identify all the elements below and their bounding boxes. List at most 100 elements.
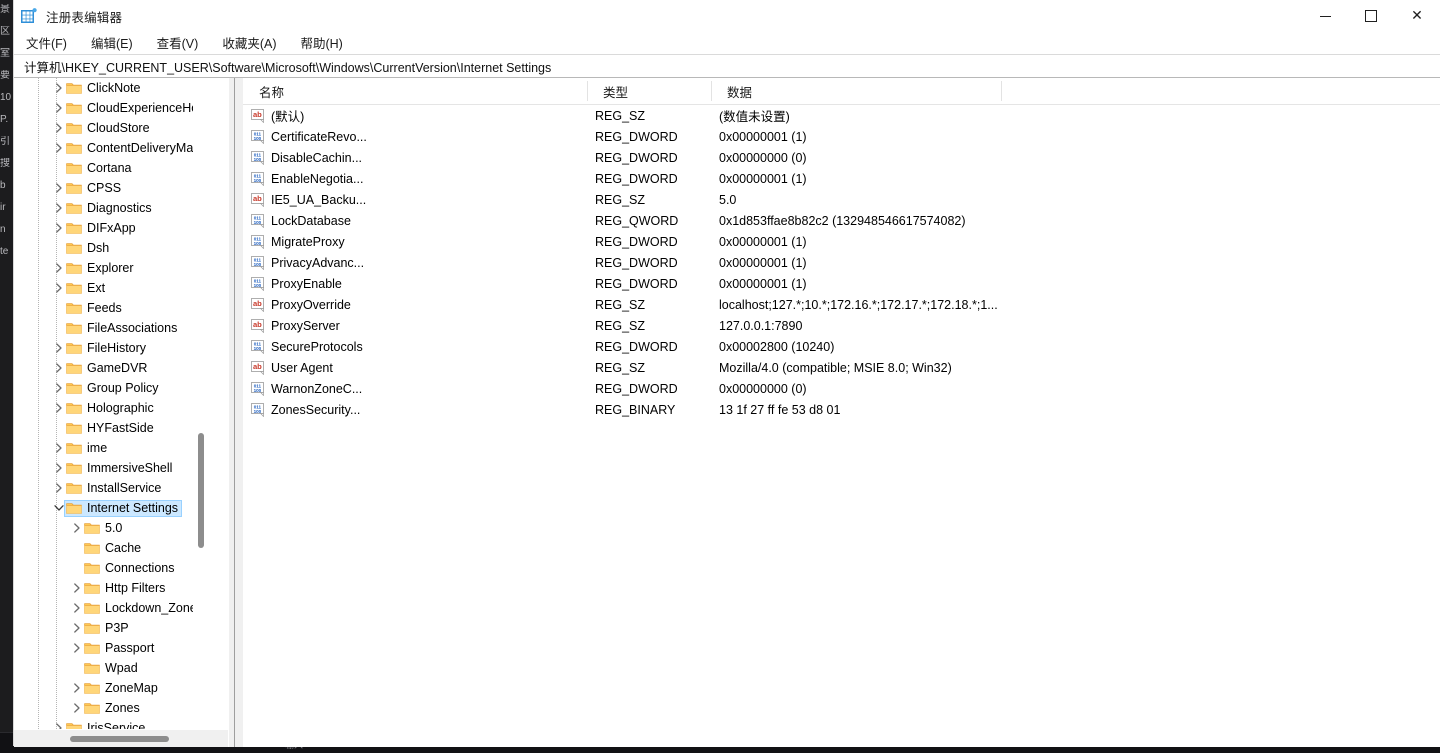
tree-horizontal-scroll-thumb[interactable] <box>70 736 169 742</box>
maximize-button[interactable] <box>1348 0 1394 32</box>
chevron-right-icon[interactable] <box>52 178 66 198</box>
registry-value-row[interactable]: 011 100 MigrateProxy REG_DWORD 0x00000001 (1… <box>243 231 1440 252</box>
chevron-right-icon[interactable] <box>52 438 66 458</box>
chevron-right-icon[interactable] <box>52 278 66 298</box>
tree-item-contentdeliveryman[interactable]: ContentDeliveryMan <box>14 138 210 158</box>
binary-value-icon: 011 100 <box>251 255 266 270</box>
registry-value-row[interactable]: ab (默认) REG_SZ (数值未设置) <box>243 105 1440 126</box>
chevron-right-icon[interactable] <box>52 198 66 218</box>
chevron-right-icon[interactable] <box>52 398 66 418</box>
chevron-right-icon[interactable] <box>70 578 84 598</box>
menu-file[interactable]: 文件(F) <box>26 31 77 55</box>
tree-item-clicknote[interactable]: ClickNote <box>14 78 210 98</box>
tree-item-group-policy[interactable]: Group Policy <box>14 378 210 398</box>
tree-item-cortana[interactable]: Cortana <box>14 158 210 178</box>
column-header-data[interactable]: 数据 <box>719 78 999 104</box>
registry-value-row[interactable]: 011 100 DisableCachin... REG_DWORD 0x0000000… <box>243 147 1440 168</box>
tree-item-p3p[interactable]: P3P <box>14 618 210 638</box>
tree-item-installservice[interactable]: InstallService <box>14 478 210 498</box>
chevron-right-icon[interactable] <box>52 338 66 358</box>
tree-item-passport[interactable]: Passport <box>14 638 210 658</box>
tree-item-difxapp[interactable]: DIFxApp <box>14 218 210 238</box>
column-separator-3[interactable] <box>1001 81 1002 101</box>
chevron-right-icon[interactable] <box>52 78 66 98</box>
chevron-right-icon[interactable] <box>70 638 84 658</box>
chevron-right-icon[interactable] <box>52 98 66 118</box>
tree-vertical-scroll-thumb[interactable] <box>198 433 204 548</box>
chevron-right-icon[interactable] <box>70 598 84 618</box>
chevron-right-icon[interactable] <box>52 138 66 158</box>
menu-edit[interactable]: 编辑(E) <box>91 31 143 55</box>
chevron-right-icon[interactable] <box>52 118 66 138</box>
tree-item-gamedvr[interactable]: GameDVR <box>14 358 210 378</box>
registry-value-row[interactable]: 011 100 ProxyEnable REG_DWORD 0x00000001 (1) <box>243 273 1440 294</box>
tree-item-connections[interactable]: Connections <box>14 558 210 578</box>
column-separator-1[interactable] <box>587 81 588 101</box>
tree-item-wpad[interactable]: Wpad <box>14 658 210 678</box>
chevron-right-icon[interactable] <box>52 218 66 238</box>
tree-item-irisservice[interactable]: IrisService <box>14 718 210 729</box>
chevron-right-icon[interactable] <box>70 678 84 698</box>
tree-item-label: CloudExperienceHo: <box>87 100 202 115</box>
registry-value-row[interactable]: 011 100 ZonesSecurity... REG_BINARY 13 1f 27… <box>243 399 1440 420</box>
registry-value-row[interactable]: 011 100 EnableNegotia... REG_DWORD 0x0000000… <box>243 168 1440 189</box>
folder-icon <box>66 201 82 215</box>
tree-item-hyfastside[interactable]: HYFastSide <box>14 418 210 438</box>
registry-value-row[interactable]: 011 100 SecureProtocols REG_DWORD 0x00002800… <box>243 336 1440 357</box>
tree-item-fileassociations[interactable]: FileAssociations <box>14 318 210 338</box>
tree-item-filehistory[interactable]: FileHistory <box>14 338 210 358</box>
tree-vertical-scrollbar[interactable] <box>193 78 210 729</box>
tree-item-cloudstore[interactable]: CloudStore <box>14 118 210 138</box>
tree-item-zonemap[interactable]: ZoneMap <box>14 678 210 698</box>
tree-item-ext[interactable]: Ext <box>14 278 210 298</box>
chevron-right-icon[interactable] <box>52 258 66 278</box>
address-bar[interactable]: 计算机\HKEY_CURRENT_USER\Software\Microsoft… <box>14 54 1440 78</box>
tree-item-cache[interactable]: Cache <box>14 538 210 558</box>
menu-favorites[interactable]: 收藏夹(A) <box>222 31 286 55</box>
tree-item-http-filters[interactable]: Http Filters <box>14 578 210 598</box>
registry-value-row[interactable]: ab IE5_UA_Backu... REG_SZ 5.0 <box>243 189 1440 210</box>
tree-item-lockdown-zones[interactable]: Lockdown_Zones <box>14 598 210 618</box>
tree-item-diagnostics[interactable]: Diagnostics <box>14 198 210 218</box>
menu-bar: 文件(F) 编辑(E) 查看(V) 收藏夹(A) 帮助(H) <box>14 32 1440 54</box>
chevron-right-icon[interactable] <box>70 618 84 638</box>
folder-icon <box>84 621 100 635</box>
registry-value-row[interactable]: ab User Agent REG_SZ Mozilla/4.0 (compatibl… <box>243 357 1440 378</box>
registry-value-row[interactable]: 011 100 LockDatabase REG_QWORD 0x1d853ffae8b… <box>243 210 1440 231</box>
tree-item-internet-settings[interactable]: Internet Settings <box>14 498 210 518</box>
chevron-right-icon[interactable] <box>52 478 66 498</box>
tree-item-ime[interactable]: ime <box>14 438 210 458</box>
chevron-right-icon[interactable] <box>52 358 66 378</box>
registry-value-row[interactable]: 011 100 CertificateRevo... REG_DWORD 0x00000… <box>243 126 1440 147</box>
column-separator-2[interactable] <box>711 81 712 101</box>
tree-item-label: ClickNote <box>87 80 141 95</box>
chevron-right-icon[interactable] <box>70 698 84 718</box>
registry-tree[interactable]: ClickNote CloudExperienceHo: CloudStore Con… <box>14 78 210 729</box>
pane-splitter[interactable] <box>229 78 243 747</box>
tree-item-immersiveshell[interactable]: ImmersiveShell <box>14 458 210 478</box>
tree-item-zones[interactable]: Zones <box>14 698 210 718</box>
registry-value-row[interactable]: ab ProxyServer REG_SZ 127.0.0.1:7890 <box>243 315 1440 336</box>
minimize-button[interactable] <box>1302 0 1348 32</box>
tree-item-feeds[interactable]: Feeds <box>14 298 210 318</box>
registry-value-row[interactable]: ab ProxyOverride REG_SZ localhost;127.*;10.… <box>243 294 1440 315</box>
close-button[interactable]: ✕ <box>1394 0 1440 32</box>
registry-value-row[interactable]: 011 100 PrivacyAdvanc... REG_DWORD 0x0000000… <box>243 252 1440 273</box>
tree-item-dsh[interactable]: Dsh <box>14 238 210 258</box>
tree-horizontal-scrollbar[interactable] <box>14 730 228 747</box>
chevron-right-icon[interactable] <box>52 718 66 729</box>
chevron-right-icon[interactable] <box>52 378 66 398</box>
chevron-right-icon[interactable] <box>70 518 84 538</box>
menu-help[interactable]: 帮助(H) <box>300 31 352 55</box>
chevron-right-icon[interactable] <box>52 458 66 478</box>
menu-view[interactable]: 查看(V) <box>157 31 209 55</box>
background-text-fragment: 室 <box>0 48 10 59</box>
tree-item-cloudexperienceho[interactable]: CloudExperienceHo: <box>14 98 210 118</box>
tree-item-holographic[interactable]: Holographic <box>14 398 210 418</box>
column-header-type[interactable]: 类型 <box>595 78 705 104</box>
registry-value-row[interactable]: 011 100 WarnonZoneC... REG_DWORD 0x00000000 … <box>243 378 1440 399</box>
tree-item-5-0[interactable]: 5.0 <box>14 518 210 538</box>
column-header-name[interactable]: 名称 <box>251 78 371 104</box>
tree-item-cpss[interactable]: CPSS <box>14 178 210 198</box>
tree-item-explorer[interactable]: Explorer <box>14 258 210 278</box>
